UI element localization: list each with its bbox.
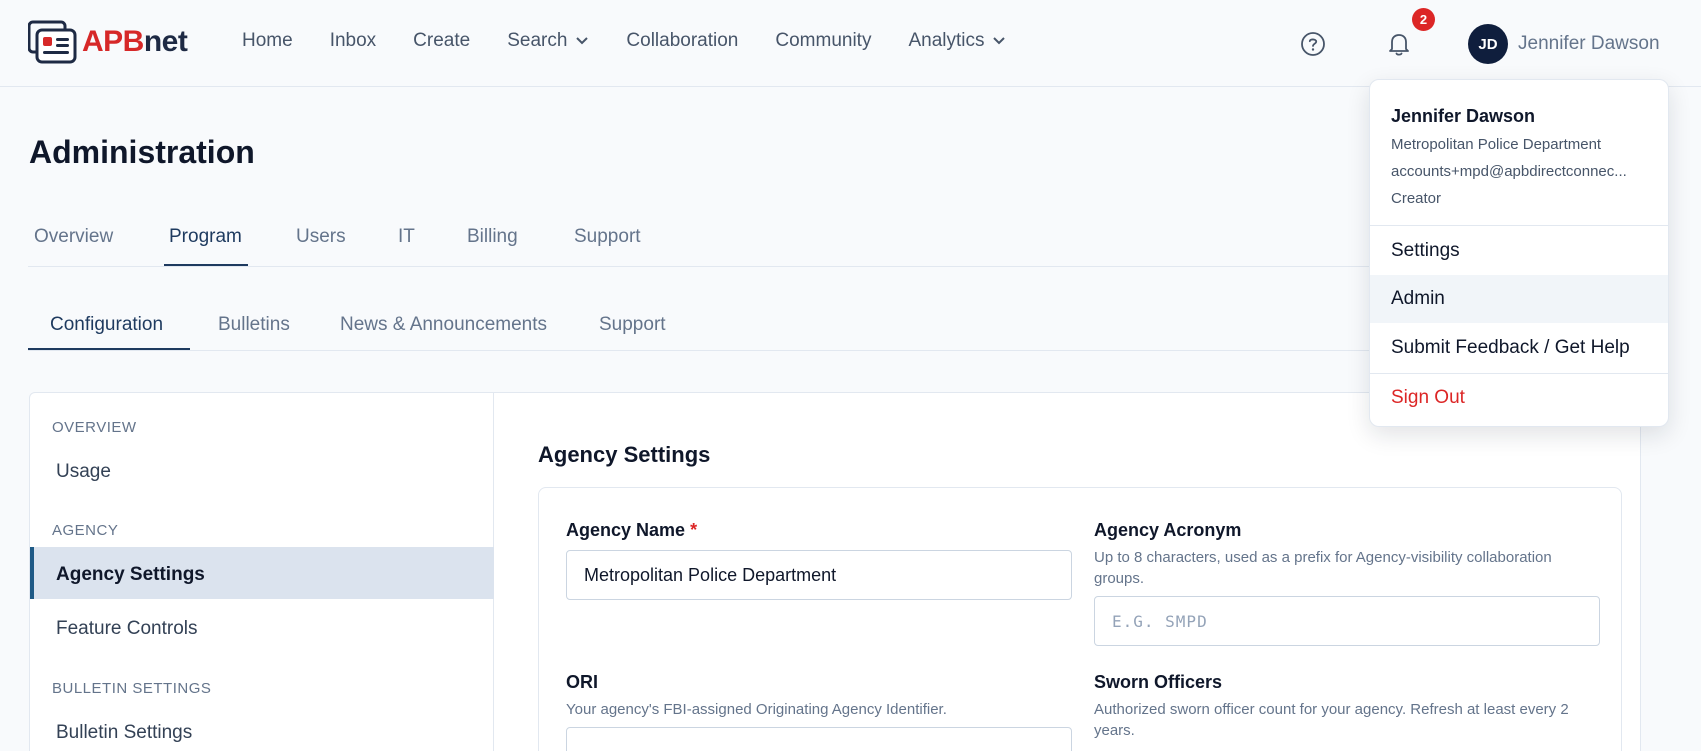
nav-inbox[interactable]: Inbox (330, 30, 376, 52)
subtab-support[interactable]: Support (599, 314, 666, 336)
bell-icon[interactable] (1386, 30, 1412, 58)
nav-search[interactable]: Search (507, 30, 589, 52)
main-nav: Home Inbox Create Search Collaboration C… (242, 30, 1043, 52)
agency-acronym-help: Up to 8 characters, used as a prefix for… (1094, 549, 1552, 587)
menu-user-department: Metropolitan Police Department (1391, 136, 1602, 153)
section-title: Agency Settings (538, 442, 711, 467)
menu-user-name: Jennifer Dawson (1391, 106, 1536, 126)
settings-sidebar: OVERVIEW Usage AGENCY Agency Settings Fe… (30, 393, 494, 751)
settings-content: Agency Settings Agency Name * Agency Acr… (494, 393, 1642, 751)
tab-overview[interactable]: Overview (34, 226, 113, 248)
sidebar-item-feature-controls[interactable]: Feature Controls (56, 618, 198, 640)
agency-settings-form: Agency Name * Agency Acronym Up to 8 cha… (538, 487, 1622, 751)
help-icon[interactable] (1300, 31, 1326, 57)
agency-name-label: Agency Name * (566, 520, 697, 541)
top-navigation-bar: APBnet Home Inbox Create Search Collabor… (0, 0, 1701, 87)
logo-mark-icon (27, 20, 78, 64)
tab-users[interactable]: Users (296, 226, 346, 248)
nav-analytics-label: Analytics (908, 30, 985, 51)
agency-name-input[interactable] (566, 550, 1072, 600)
logo-text-net: net (143, 25, 188, 58)
logo-text: APBnet (82, 25, 188, 59)
sidebar-item-bulletin-settings[interactable]: Bulletin Settings (56, 722, 192, 744)
menu-item-settings[interactable]: Settings (1370, 227, 1668, 275)
subtab-news-announcements[interactable]: News & Announcements (340, 314, 547, 336)
subtab-bulletins[interactable]: Bulletins (218, 314, 290, 336)
subtab-configuration[interactable]: Configuration (50, 314, 163, 336)
sidebar-item-usage[interactable]: Usage (56, 461, 111, 483)
nav-create[interactable]: Create (413, 30, 470, 52)
agency-acronym-label: Agency Acronym (1094, 520, 1242, 540)
agency-acronym-input[interactable] (1094, 596, 1600, 646)
page-title: Administration (29, 134, 255, 170)
menu-item-sign-out[interactable]: Sign Out (1370, 374, 1668, 422)
subtab-active-indicator (28, 348, 190, 350)
chevron-down-icon (576, 37, 589, 45)
sidebar-section-overview: OVERVIEW (52, 419, 137, 436)
configuration-panel: OVERVIEW Usage AGENCY Agency Settings Fe… (29, 392, 1641, 751)
logo-text-apb: APB (82, 25, 144, 58)
user-menu-header: Jennifer Dawson Metropolitan Police Depa… (1370, 80, 1668, 226)
sidebar-section-bulletin-settings: BULLETIN SETTINGS (52, 680, 212, 697)
tab-active-indicator (164, 264, 248, 266)
tab-support[interactable]: Support (574, 226, 641, 248)
nav-analytics[interactable]: Analytics (908, 30, 1006, 52)
ori-help: Your agency's FBI-assigned Originating A… (566, 701, 947, 718)
menu-user-role: Creator (1391, 190, 1442, 207)
tab-program[interactable]: Program (169, 226, 242, 248)
agency-name-label-text: Agency Name (566, 520, 686, 540)
chevron-down-icon (993, 37, 1006, 45)
notification-badge: 2 (1412, 8, 1435, 31)
tab-billing[interactable]: Billing (467, 226, 518, 248)
tab-it[interactable]: IT (398, 226, 415, 248)
nav-community[interactable]: Community (775, 30, 871, 52)
menu-user-email: accounts+mpd@apbdirectconnec... (1391, 163, 1627, 180)
user-name[interactable]: Jennifer Dawson (1518, 33, 1660, 55)
sworn-officers-label: Sworn Officers (1094, 672, 1223, 692)
sidebar-item-agency-settings[interactable]: Agency Settings (56, 564, 205, 586)
sidebar-section-agency: AGENCY (52, 522, 119, 539)
user-dropdown-menu: Jennifer Dawson Metropolitan Police Depa… (1369, 79, 1669, 427)
sworn-officers-help: Authorized sworn officer count for your … (1094, 701, 1569, 739)
nav-collaboration[interactable]: Collaboration (626, 30, 738, 52)
ori-input[interactable] (566, 727, 1072, 751)
apbnet-logo[interactable]: APBnet (27, 20, 188, 64)
required-mark: * (690, 520, 698, 540)
avatar[interactable]: JD (1468, 24, 1508, 64)
nav-home[interactable]: Home (242, 30, 293, 52)
ori-label: ORI (566, 672, 599, 692)
nav-search-label: Search (507, 30, 568, 51)
menu-item-submit-feedback[interactable]: Submit Feedback / Get Help (1370, 324, 1668, 372)
menu-item-admin[interactable]: Admin (1370, 275, 1668, 323)
